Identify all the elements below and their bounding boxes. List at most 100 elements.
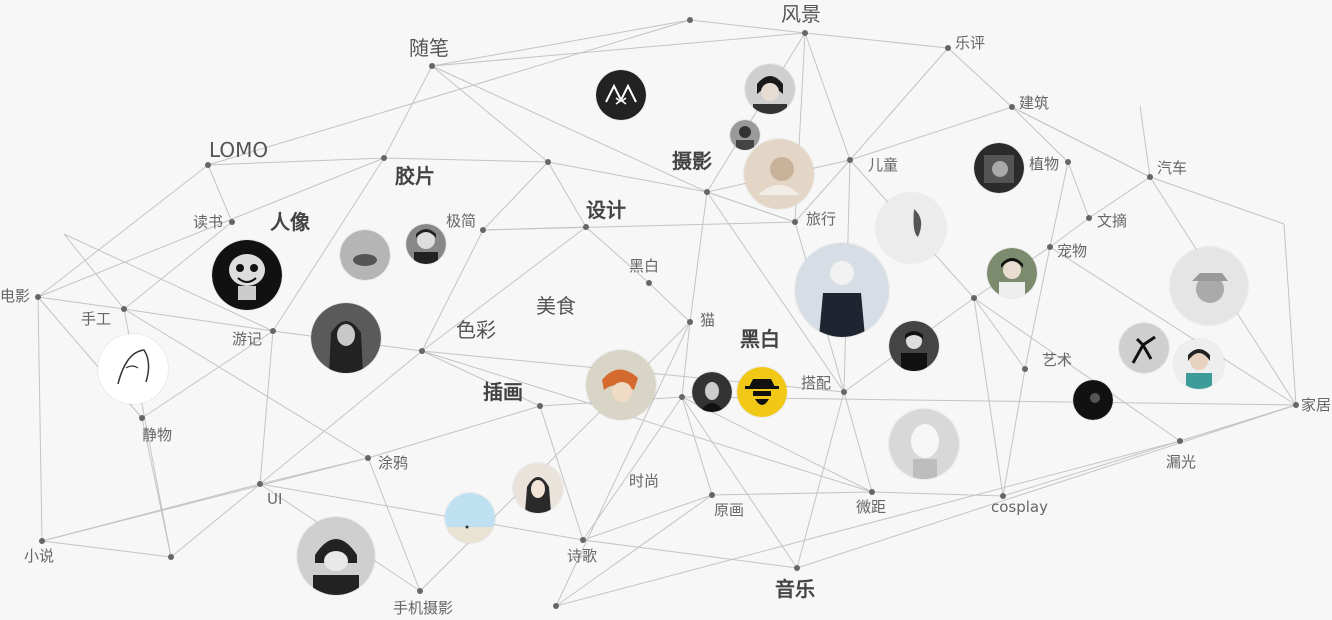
tag-shougong[interactable]: 手工 — [81, 312, 111, 327]
tag-ui[interactable]: UI — [267, 492, 282, 507]
avatar-rock[interactable] — [340, 230, 390, 280]
tag-fengjing[interactable]: 风景 — [781, 4, 821, 24]
tag-sheying[interactable]: 摄影 — [672, 151, 712, 171]
tag-yuanhua[interactable]: 原画 — [714, 503, 744, 518]
avatar-helmet-rider[interactable] — [297, 517, 375, 595]
tag-ertong[interactable]: 儿童 — [868, 158, 898, 173]
network-edge — [648, 282, 691, 323]
tag-dapei[interactable]: 搭配 — [801, 376, 831, 391]
avatar-girl-teal[interactable] — [1174, 339, 1224, 389]
tag-lepin[interactable]: 乐评 — [955, 36, 985, 51]
avatar-portrait-left[interactable] — [974, 143, 1024, 193]
avatar-man-shirt[interactable] — [889, 321, 939, 371]
tag-wenzhai[interactable]: 文摘 — [1097, 214, 1127, 229]
avatar-bald-head[interactable] — [889, 409, 959, 479]
tag-mao[interactable]: 猫 — [700, 313, 715, 328]
avatar-illustrated-girl[interactable] — [513, 463, 563, 513]
tag-zhiwu[interactable]: 植物 — [1029, 157, 1059, 172]
tag-heibai-small[interactable]: 黑白 — [629, 259, 659, 274]
tag-shishang[interactable]: 时尚 — [629, 474, 659, 489]
avatar-small-bw[interactable] — [730, 120, 760, 150]
tag-jiaopian[interactable]: 胶片 — [395, 166, 435, 186]
tag-louguang[interactable]: 漏光 — [1166, 455, 1196, 470]
tag-jianzhu[interactable]: 建筑 — [1019, 96, 1049, 111]
tag-suibi[interactable]: 随笔 — [409, 38, 449, 58]
network-edge — [367, 405, 541, 459]
tag-xiaoshuo[interactable]: 小说 — [24, 549, 54, 564]
tag-chahua[interactable]: 插画 — [483, 382, 523, 402]
tag-weiju[interactable]: 微距 — [856, 500, 886, 515]
tag-heibai-big[interactable]: 黑白 — [740, 329, 780, 349]
tag-lomo[interactable]: LOMO — [209, 140, 268, 160]
tag-youji[interactable]: 游记 — [232, 332, 262, 347]
network-edge — [849, 47, 949, 161]
tag-cosplay[interactable]: cosplay — [991, 500, 1048, 515]
avatar-cartoon-monster[interactable] — [212, 240, 282, 310]
tag-dianying[interactable]: 电影 — [0, 289, 30, 304]
network-node — [39, 538, 45, 544]
network-node — [545, 159, 551, 165]
avatar-sky-landscape[interactable] — [445, 493, 495, 543]
network-node — [646, 280, 652, 286]
network-edge — [796, 404, 1297, 569]
avatar-dancer[interactable] — [1119, 323, 1169, 373]
network-node — [1147, 174, 1153, 180]
tag-meishi[interactable]: 美食 — [536, 296, 576, 316]
network-node — [841, 389, 847, 395]
network-node — [709, 492, 715, 498]
tag-tuya[interactable]: 涂鸦 — [378, 456, 408, 471]
network-node — [270, 328, 276, 334]
network-edge — [973, 297, 1004, 497]
network-node — [679, 394, 685, 400]
network-edge — [547, 161, 587, 228]
avatar-painting-orange[interactable] — [586, 350, 656, 420]
tag-yinyue[interactable]: 音乐 — [775, 579, 815, 599]
network-node — [35, 294, 41, 300]
network-node — [168, 554, 174, 560]
avatar-girl-bed[interactable] — [744, 139, 814, 209]
avatar-girl-short-hair[interactable] — [406, 224, 446, 264]
network-edge — [681, 321, 691, 398]
avatar-shadow-hat[interactable] — [1170, 247, 1248, 325]
avatar-dark-figure[interactable] — [1073, 380, 1113, 420]
network-edge — [973, 297, 1026, 370]
network-node — [580, 537, 586, 543]
network-node — [365, 455, 371, 461]
network-node — [802, 30, 808, 36]
network-node — [869, 489, 875, 495]
network-node — [1086, 215, 1092, 221]
network-edge — [711, 491, 873, 496]
network-node — [257, 481, 263, 487]
tag-jijian[interactable]: 极简 — [446, 214, 476, 229]
network-node — [419, 348, 425, 354]
tag-jingwu[interactable]: 静物 — [142, 428, 172, 443]
tag-sheji[interactable]: 设计 — [586, 200, 626, 220]
network-node — [794, 565, 800, 571]
avatar-logo-dark[interactable] — [596, 70, 646, 120]
avatar-girl-bangs[interactable] — [987, 248, 1037, 298]
tag-lvxing[interactable]: 旅行 — [806, 212, 836, 227]
avatar-sketch-face[interactable] — [98, 334, 168, 404]
network-node — [480, 227, 486, 233]
tag-dushu[interactable]: 读书 — [193, 215, 223, 230]
avatar-woman-long-hair[interactable] — [311, 303, 381, 373]
tag-jiaju[interactable]: 家居 — [1301, 398, 1331, 413]
avatar-man-glasses[interactable] — [745, 64, 795, 114]
tag-shige[interactable]: 诗歌 — [567, 549, 597, 564]
network-edge — [37, 296, 125, 310]
network-edge — [1149, 176, 1285, 225]
tag-chongwu[interactable]: 宠物 — [1057, 244, 1087, 259]
network-node — [687, 17, 693, 23]
tag-secai[interactable]: 色彩 — [456, 320, 496, 340]
avatar-heisenberg[interactable] — [737, 367, 787, 417]
tag-qiche[interactable]: 汽车 — [1157, 161, 1187, 176]
tag-shoujisheying[interactable]: 手机摄影 — [393, 601, 453, 616]
avatar-girl-dark-hair[interactable] — [692, 372, 732, 412]
tag-yishu[interactable]: 艺术 — [1042, 353, 1072, 368]
avatar-white-feather[interactable] — [876, 193, 946, 263]
network-edge — [37, 164, 209, 298]
network-node — [1293, 402, 1299, 408]
tag-renxiang[interactable]: 人像 — [270, 212, 310, 232]
avatar-girl-veil[interactable] — [795, 243, 889, 337]
network-node — [381, 155, 387, 161]
